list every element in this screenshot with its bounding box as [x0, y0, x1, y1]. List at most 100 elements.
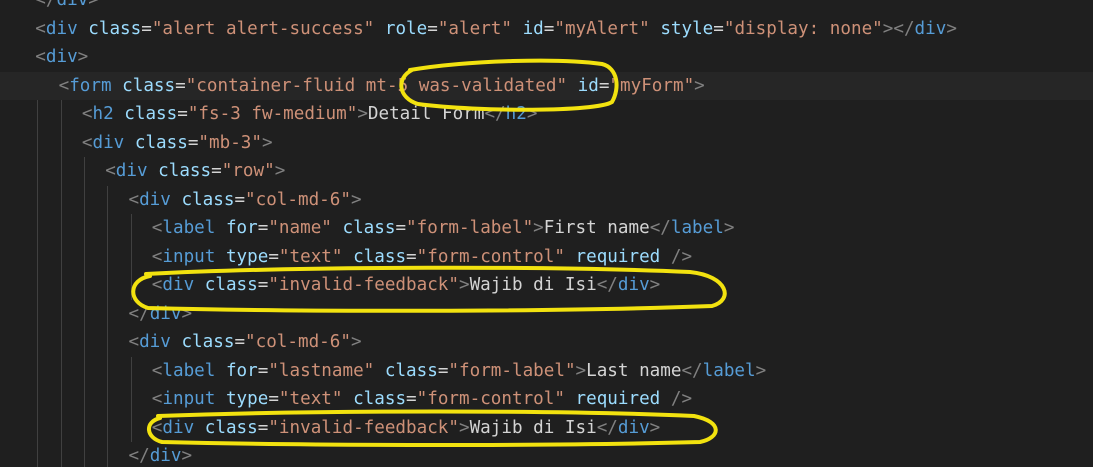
code-token: =	[406, 246, 417, 267]
code-token: label	[670, 218, 724, 238]
code-token: class	[134, 132, 188, 153]
code-token: =	[175, 75, 186, 96]
code-token: <	[58, 75, 70, 96]
code-token: class	[181, 332, 235, 352]
code-token: class	[122, 75, 176, 96]
code-editor[interactable]: </div> <div class="alert alert-success" r…	[0, 0, 1093, 467]
code-token: div	[914, 18, 947, 39]
code-line-12[interactable]: <div class="col-md-6">	[0, 328, 362, 357]
code-line-14[interactable]: <input type="text" class="form-control" …	[0, 385, 692, 414]
code-token: "myForm"	[609, 75, 695, 96]
code-token: =	[713, 18, 724, 39]
code-token: div	[45, 18, 78, 39]
code-line-11[interactable]: </div>	[0, 300, 193, 329]
code-token: "col-md-6"	[245, 332, 351, 352]
code-token: div	[139, 189, 171, 210]
code-line-0[interactable]: </div>	[0, 0, 99, 15]
code-line-5[interactable]: <div class="mb-3">	[0, 129, 273, 158]
code-token: />	[670, 389, 693, 409]
code-token: </	[596, 417, 618, 438]
code-line-1[interactable]: <div class="alert alert-success" role="a…	[0, 15, 957, 44]
code-token: <	[151, 389, 163, 409]
code-token: =	[234, 332, 246, 352]
code-token: class	[204, 417, 258, 438]
code-token: >	[575, 360, 587, 381]
code-token: div	[115, 161, 148, 181]
code-token: =	[257, 417, 269, 438]
code-token: <	[151, 246, 163, 267]
code-token: "form-label"	[448, 360, 576, 381]
code-token: label	[162, 360, 216, 381]
code-token: =	[268, 246, 279, 267]
code-line-6[interactable]: <div class="row">	[0, 157, 285, 186]
code-token: "invalid-feedback"	[268, 417, 459, 438]
code-token: =	[395, 218, 407, 238]
code-token: class	[204, 275, 258, 295]
code-token: label	[702, 360, 756, 381]
code-token: >	[459, 275, 470, 295]
code-token: "container-fluid mt-5 was-validated"	[185, 75, 568, 96]
code-token: </	[35, 0, 57, 10]
code-token: =	[268, 389, 279, 409]
code-token: "fs-3 fw-medium"	[187, 104, 358, 124]
code-token: =	[187, 132, 199, 153]
code-token: div	[149, 303, 182, 324]
code-token: >	[77, 47, 89, 67]
code-token: class	[88, 18, 142, 39]
code-token: >	[350, 189, 362, 210]
code-token: >	[357, 104, 368, 124]
code-token: type	[225, 389, 269, 409]
code-line-8[interactable]: <label for="name" class="form-label">Fir…	[0, 214, 735, 243]
code-line-13[interactable]: <label for="lastname" class="form-label"…	[0, 357, 766, 386]
code-token: "display: none"	[723, 18, 883, 39]
code-token: </	[128, 446, 150, 466]
code-token: </	[681, 360, 703, 381]
code-token: "col-md-6"	[245, 189, 351, 210]
code-token: >	[755, 360, 767, 381]
code-token: div	[617, 275, 650, 295]
code-token: "text"	[278, 389, 343, 409]
code-token: <	[128, 189, 140, 210]
code-token: id	[522, 18, 544, 39]
code-line-15[interactable]: <div class="invalid-feedback">Wajib di I…	[0, 414, 660, 443]
code-token: </	[128, 303, 150, 324]
code-line-2[interactable]: <div>	[0, 43, 88, 72]
code-token: <	[128, 332, 140, 352]
code-line-3[interactable]: <form class="container-fluid mt-5 was-va…	[0, 71, 1093, 100]
code-token: class	[384, 360, 438, 381]
code-token: "invalid-feedback"	[268, 275, 459, 295]
code-token: Wajib di Isi	[469, 275, 597, 295]
code-line-10[interactable]: <div class="invalid-feedback">Wajib di I…	[0, 271, 660, 300]
code-token: >	[649, 417, 661, 438]
code-line-4[interactable]: <h2 class="fs-3 fw-medium">Detail Form</…	[0, 100, 538, 129]
code-token: <	[151, 275, 163, 295]
code-token: required	[575, 389, 661, 409]
code-token: div	[149, 446, 182, 466]
code-line-16[interactable]: </div>	[0, 442, 193, 467]
code-token: First name	[543, 218, 650, 238]
code-token: h2	[505, 104, 527, 124]
code-token: "mb-3"	[198, 132, 262, 153]
code-token: "myAlert"	[554, 18, 650, 39]
code-token: id	[577, 75, 599, 96]
code-token: <	[151, 218, 163, 238]
code-line-9[interactable]: <input type="text" class="form-control" …	[0, 243, 692, 272]
code-token: >	[459, 417, 470, 438]
code-token: >	[694, 75, 705, 96]
code-line-7[interactable]: <div class="col-md-6">	[0, 186, 362, 215]
